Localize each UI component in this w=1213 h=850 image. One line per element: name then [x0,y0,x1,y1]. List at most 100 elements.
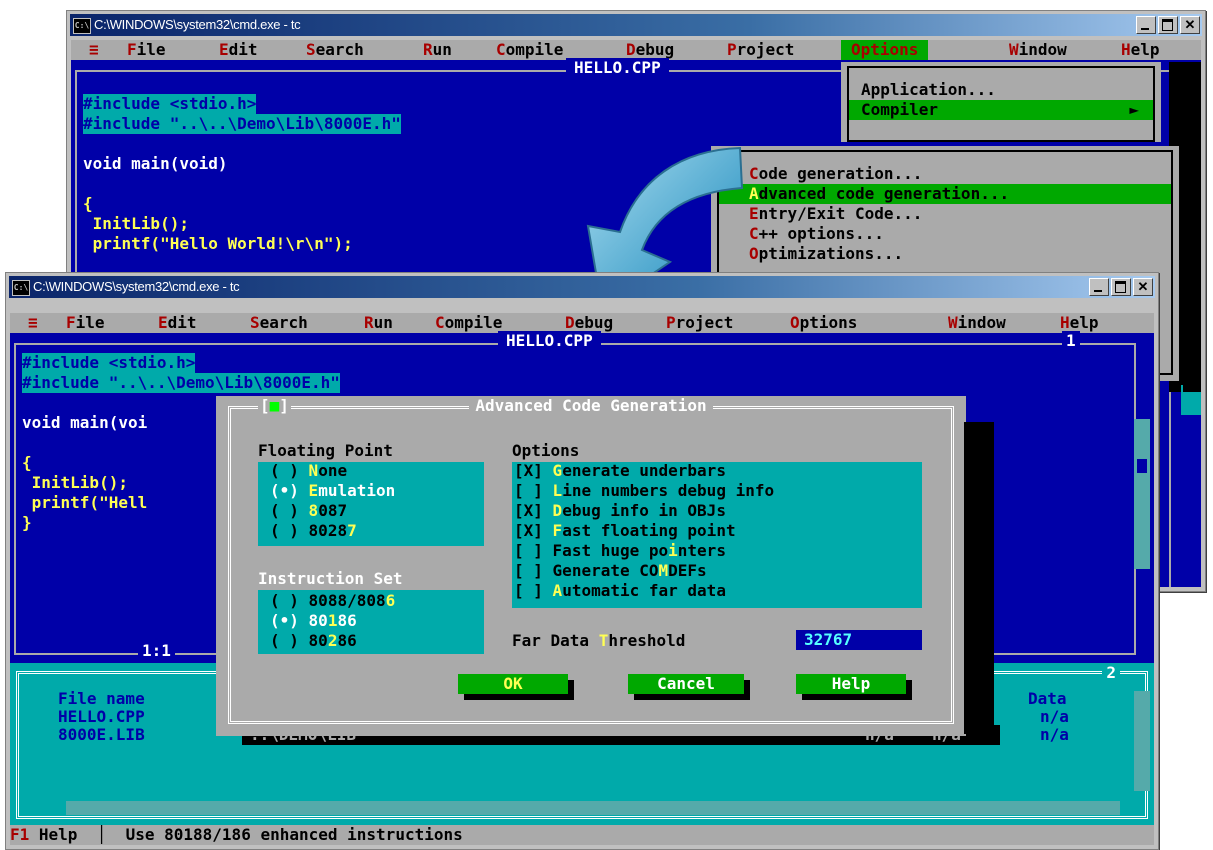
cpu-option-80186[interactable]: (•) 80186 [270,612,484,630]
submenu-advanced-code-generation[interactable]: Advanced code generation... [719,184,1171,204]
help-button[interactable]: Help [796,674,906,694]
menu-debug[interactable]: Debug [565,313,613,333]
back-code-line-8: printf("Hello World!\r\n"); [83,234,353,253]
menu-system[interactable]: ≡ [89,40,99,60]
front-window-title: C:\WINDOWS\system32\cmd.exe - tc [33,279,240,294]
instruction-set-label: Instruction Set [258,569,403,588]
status-text: Help │ Use 80188/186 enhanced instructio… [29,825,463,844]
front-code-line-8: printf("Hell [22,493,148,512]
menu-search[interactable]: Search [250,313,308,333]
menu-options[interactable]: Options [841,40,929,60]
menu-file[interactable]: File [66,313,105,333]
project-row-1-data: n/a [1040,707,1069,726]
menu-compile[interactable]: Compile [435,313,502,333]
fp-option-8087[interactable]: ( ) 8087 [270,502,484,520]
far-data-threshold-input[interactable]: 32767 [796,630,922,650]
front-window-titlebar[interactable]: C:\ C:\WINDOWS\system32\cmd.exe - tc ✕ [9,276,1155,298]
editor-window-number: 1 [1062,331,1080,351]
front-file-title: HELLO.CPP [498,331,601,351]
project-row-1-file[interactable]: HELLO.CPP [58,707,145,727]
opt-debug-info-in-objs[interactable]: [X] Debug info in OBJs [514,502,922,520]
options-item-application[interactable]: Application... [849,80,1153,100]
back-code-line-4: void main(void) [83,154,228,173]
opt-generate-underbars[interactable]: [X] Generate underbars [514,462,922,480]
project-header-data: Data [1028,689,1067,708]
front-code-line-1: #include <stdio.h> [22,353,196,373]
editor-vertical-scrollbar[interactable] [1134,419,1150,569]
instruction-set-group: ( ) 8088/8086 (•) 80186 ( ) 80286 [258,590,484,654]
menu-edit[interactable]: Edit [219,40,258,60]
menu-help[interactable]: Help [1121,40,1160,60]
front-code-line-6: { [22,453,32,472]
far-data-threshold-label: Far Data Threshold [512,631,686,650]
front-menubar: ≡ File Edit Search Run Compile Debug Pro… [10,313,1154,333]
fp-option-none[interactable]: ( ) None [270,462,484,480]
maximize-button[interactable] [1111,278,1131,296]
back-code-line-7: InitLib(); [83,214,189,233]
submenu-arrow-icon: ► [1129,100,1139,119]
floating-point-group: ( ) None (•) Emulation ( ) 8087 ( ) 8028… [258,462,484,546]
project-row-2-data: n/a [1040,725,1069,744]
console-icon: C:\ [73,18,91,34]
project-pane-number: 2 [1102,663,1120,683]
menu-options[interactable]: Options [790,313,857,333]
menu-window[interactable]: Window [948,313,1006,333]
options-item-compiler[interactable]: Compiler ► [849,100,1153,120]
project-vertical-scrollbar[interactable] [1134,691,1150,791]
cpu-option-80286[interactable]: ( ) 80286 [270,632,484,650]
back-code-line-6: { [83,194,93,213]
menu-help[interactable]: Help [1060,313,1099,333]
status-f1-key[interactable]: F1 [10,825,29,844]
dialog-close-box[interactable]: [■] [258,397,291,415]
fp-option-emulation[interactable]: (•) Emulation [270,482,484,500]
menu-debug[interactable]: Debug [626,40,674,60]
menu-system[interactable]: ≡ [28,313,38,333]
opt-fast-floating-point[interactable]: [X] Fast floating point [514,522,922,540]
console-icon: C:\ [12,280,30,296]
maximize-button[interactable] [1158,16,1178,34]
cancel-button[interactable]: Cancel [628,674,744,694]
opt-automatic-far-data[interactable]: [ ] Automatic far data [514,582,922,600]
menu-compile[interactable]: Compile [496,40,563,60]
submenu-entry-exit-code[interactable]: Entry/Exit Code... [719,204,1171,224]
back-window-titlebar[interactable]: C:\ C:\WINDOWS\system32\cmd.exe - tc ✕ [70,14,1202,36]
menu-window[interactable]: Window [1009,40,1067,60]
close-button[interactable]: ✕ [1133,278,1153,296]
front-code-line-2: #include "..\..\Demo\Lib\8000E.h" [22,373,340,393]
opt-generate-comdefs[interactable]: [ ] Generate COMDEFs [514,562,922,580]
status-bar: F1 Help │ Use 80188/186 enhanced instruc… [10,825,1154,845]
cursor-position: 1:1 [138,641,175,661]
options-label: Options [512,441,580,460]
ok-button[interactable]: OK [458,674,568,694]
back-menubar: ≡ File Edit Search Run Compile Debug Pro… [71,40,1201,60]
back-code-line-2: #include "..\..\Demo\Lib\8000E.h" [83,114,401,134]
project-header-file: File name [58,689,145,708]
project-horizontal-scrollbar[interactable] [66,801,1120,815]
minimize-button[interactable] [1136,16,1156,34]
submenu-cpp-options[interactable]: C++ options... [719,224,1171,244]
menu-run[interactable]: Run [364,313,393,333]
opt-line-numbers-debug-info[interactable]: [ ] Line numbers debug info [514,482,922,500]
front-code-line-4: void main(voi [22,413,148,432]
menu-run[interactable]: Run [423,40,452,60]
fp-option-80287[interactable]: ( ) 80287 [270,522,484,540]
cpu-option-8088[interactable]: ( ) 8088/8086 [270,592,484,610]
menu-file[interactable]: File [127,40,166,60]
minimize-button[interactable] [1089,278,1109,296]
menu-project[interactable]: Project [666,313,733,333]
opt-fast-huge-pointers[interactable]: [ ] Fast huge pointers [514,542,922,560]
front-code-line-9: } [22,513,32,532]
menu-search[interactable]: Search [306,40,364,60]
options-dropdown: Application... Compiler ► [841,62,1161,142]
project-row-2-file[interactable]: 8000E.LIB [58,725,145,745]
advanced-code-generation-dialog: Advanced Code Generation [■] Floating Po… [216,396,994,736]
submenu-code-generation[interactable]: Code generation... [719,164,1171,184]
close-button[interactable]: ✕ [1180,16,1200,34]
back-window-title: C:\WINDOWS\system32\cmd.exe - tc [94,17,301,32]
back-file-title: HELLO.CPP [566,58,669,78]
submenu-optimizations[interactable]: Optimizations... [719,244,1171,264]
front-code-line-7: InitLib(); [22,473,128,492]
menu-edit[interactable]: Edit [158,313,197,333]
menu-project[interactable]: Project [727,40,794,60]
back-code-line-1: #include <stdio.h> [83,94,257,114]
